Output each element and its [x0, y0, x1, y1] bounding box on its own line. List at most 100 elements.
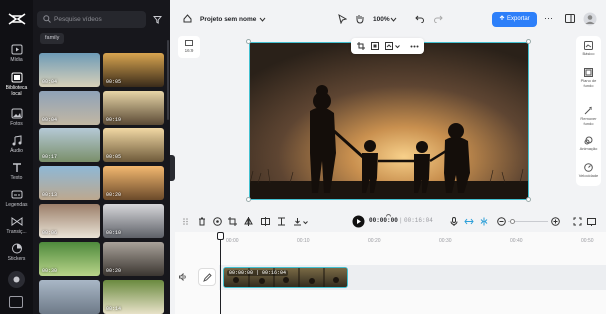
chevron-down-icon[interactable]: [303, 220, 308, 225]
plugin-button[interactable]: [8, 271, 25, 288]
timeline-clip[interactable]: 00:00:00 | 00:16:04: [223, 267, 348, 288]
tab-animation[interactable]: Animação: [576, 136, 601, 152]
zoom-slider-thumb[interactable]: [510, 219, 515, 224]
top-bar: Projeto sem nome 100% Exportar ···: [175, 0, 606, 36]
volume-icon[interactable]: [179, 273, 187, 281]
upload-icon: [499, 15, 505, 20]
playhead[interactable]: [220, 232, 221, 314]
fit-screen-icon[interactable]: [371, 42, 379, 50]
download-icon[interactable]: [293, 217, 302, 226]
zoom-out-icon[interactable]: [497, 217, 506, 226]
trim-icon[interactable]: [277, 217, 286, 226]
thumbnail-duration: 00:13: [42, 192, 58, 198]
microphone-icon[interactable]: [450, 217, 458, 226]
ruler-tick: 00:10: [297, 238, 310, 244]
search-placeholder: Pesquise vídeos: [54, 16, 102, 23]
total-time: 00:16:04: [404, 217, 433, 224]
caption-display-icon[interactable]: [587, 217, 596, 226]
sidebar-item-captions[interactable]: Legendas: [0, 189, 33, 208]
sidebar-item-text[interactable]: Texto: [0, 162, 33, 181]
library-thumbnail[interactable]: 00:05: [103, 128, 164, 162]
library-thumbnail[interactable]: 00:17: [39, 128, 100, 162]
sidebar-item-transitions[interactable]: Transiç...: [0, 216, 33, 235]
tab-background[interactable]: Plano de fundo: [576, 68, 601, 88]
resize-handle[interactable]: [246, 197, 251, 202]
keyboard-shortcuts-icon[interactable]: [9, 296, 23, 308]
library-thumbnail[interactable]: 00:30: [39, 242, 100, 276]
library-thumbnail[interactable]: 00:04: [39, 91, 100, 125]
left-rail: Mídia Biblioteca local Fotos Áudio Texto…: [0, 0, 33, 314]
redo-icon[interactable]: [434, 14, 443, 23]
sidebar-item-audio[interactable]: Áudio: [0, 135, 33, 154]
playhead-handle[interactable]: [217, 232, 224, 240]
thumbnail-duration: 00:20: [106, 268, 122, 274]
library-scrollbar[interactable]: [167, 40, 169, 120]
collapse-panel-button[interactable]: [170, 155, 175, 181]
delete-icon[interactable]: [198, 217, 206, 226]
mirror-icon[interactable]: [244, 217, 253, 226]
aspect-ratio-button[interactable]: 16:9: [178, 36, 200, 58]
more-icon[interactable]: [410, 45, 419, 48]
split-icon[interactable]: [261, 217, 270, 226]
library-thumbnail[interactable]: 00:05: [103, 53, 164, 87]
sidebar-item-library[interactable]: Biblioteca local: [0, 67, 33, 97]
project-name[interactable]: Projeto sem nome: [200, 16, 256, 23]
aspect-ratio-label: 16:9: [184, 48, 194, 53]
avatar[interactable]: [583, 12, 597, 26]
layout-toggle-icon[interactable]: [565, 14, 575, 23]
export-button[interactable]: Exportar: [492, 12, 537, 27]
sidebar-item-media[interactable]: Mídia: [0, 44, 33, 63]
crop-icon[interactable]: [228, 217, 237, 226]
ruler-tick: 00:30: [439, 238, 452, 244]
zoom-level[interactable]: 100%: [373, 16, 390, 23]
library-thumbnail[interactable]: 00:20: [103, 242, 164, 276]
thumbnail-duration: 00:30: [42, 268, 58, 274]
library-thumbnail[interactable]: 00:19: [103, 91, 164, 125]
drive-icon[interactable]: [183, 14, 192, 23]
background-icon[interactable]: [385, 42, 393, 50]
library-thumbnail[interactable]: 00:06: [39, 204, 100, 238]
library-thumbnail[interactable]: [39, 280, 100, 314]
ruler-tick: 00:40: [510, 238, 523, 244]
library-thumbnail[interactable]: 00:04: [39, 53, 100, 87]
tab-basic[interactable]: Básico: [576, 41, 601, 57]
library-thumbnail[interactable]: 00:10: [103, 204, 164, 238]
sidebar-item-stickers[interactable]: Stickers: [0, 243, 33, 262]
more-menu-button[interactable]: ···: [544, 13, 553, 23]
resize-handle[interactable]: [246, 39, 251, 44]
tab-remove-background[interactable]: Remover fundo: [576, 106, 601, 126]
ruler-tick: 00:50: [581, 238, 594, 244]
rotate-handle-icon[interactable]: [386, 204, 391, 217]
audio-icon: [12, 135, 21, 146]
chevron-down-icon[interactable]: [259, 16, 266, 23]
library-thumbnail[interactable]: 00:13: [39, 166, 100, 200]
resize-handle[interactable]: [526, 39, 531, 44]
chevron-down-icon[interactable]: [390, 16, 397, 23]
sidebar-item-photos[interactable]: Fotos: [0, 108, 33, 127]
freeze-frame-icon[interactable]: [213, 217, 222, 226]
filter-button[interactable]: [149, 11, 166, 28]
video-preview[interactable]: [249, 42, 529, 200]
crop-icon[interactable]: [357, 42, 365, 50]
search-input[interactable]: Pesquise vídeos: [37, 11, 146, 28]
library-thumbnail[interactable]: 00:20: [103, 166, 164, 200]
hand-tool-icon[interactable]: [355, 14, 364, 24]
zoom-in-icon[interactable]: [551, 217, 560, 226]
select-pointer-icon[interactable]: [338, 14, 347, 24]
track-cover-button[interactable]: [198, 268, 216, 286]
chevron-down-icon[interactable]: [395, 44, 400, 49]
fit-timeline-icon[interactable]: [573, 217, 582, 226]
thumbnail-duration: 00:20: [106, 192, 122, 198]
sidebar-item-label: Mídia: [10, 57, 23, 63]
play-button[interactable]: [352, 215, 365, 228]
thumbnail-duration: 00:10: [106, 230, 122, 236]
link-tracks-icon[interactable]: [479, 217, 489, 226]
tab-speed[interactable]: Velocidade: [576, 163, 601, 179]
undo-icon[interactable]: [415, 14, 424, 23]
library-thumbnail[interactable]: 00:14: [103, 280, 164, 314]
filter-chip[interactable]: family: [40, 33, 65, 44]
stickers-icon: [11, 243, 22, 254]
magnet-snap-icon[interactable]: [464, 217, 474, 226]
drag-handle-icon[interactable]: [182, 217, 189, 226]
resize-handle[interactable]: [526, 197, 531, 202]
